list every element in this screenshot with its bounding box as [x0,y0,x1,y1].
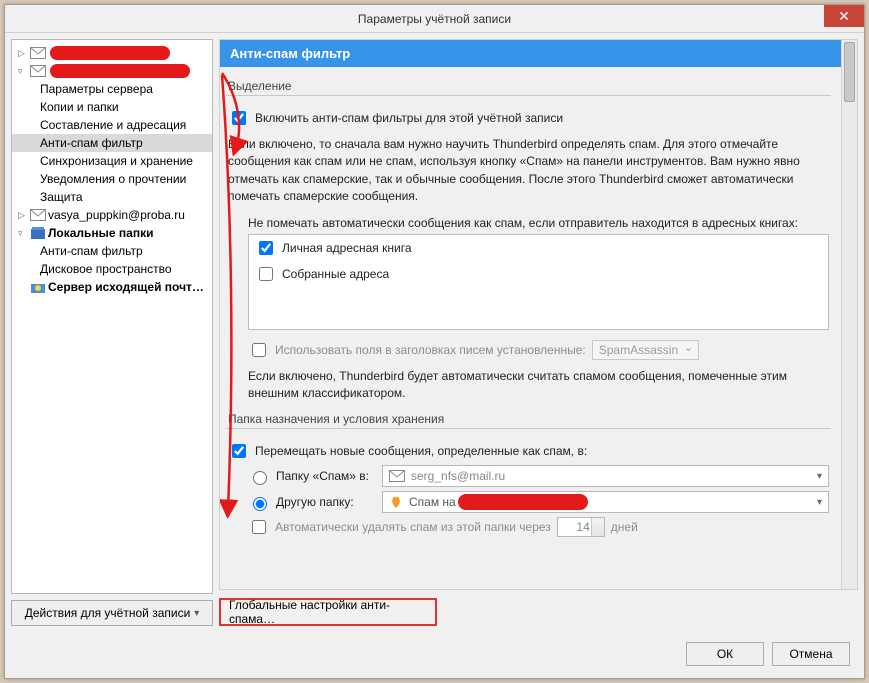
ab-collected-label: Собранные адреса [282,267,389,281]
group-destination-label: Папка назначения и условия хранения [228,412,831,426]
address-book-listbox[interactable]: Личная адресная книга Собранные адреса [248,234,829,330]
tree-account-1[interactable]: ▷ [12,44,212,62]
panel-title: Анти-спам фильтр [220,40,841,67]
tree-local-folders[interactable]: ▿ Локальные папки [12,224,212,242]
account-tree[interactable]: ▷ ▿ Параметры сервера Копии и папки Сост… [11,39,213,594]
dest-spam-folder-label: Папку «Спам» в: [276,469,376,483]
tree-item-security[interactable]: Защита [12,188,212,206]
tree-account-3[interactable]: ▷ vasya_puppkin@proba.ru [12,206,212,224]
account-actions-label: Действия для учётной записи [25,606,191,620]
ok-button[interactable]: ОК [686,642,764,666]
move-junk-label: Перемещать новые сообщения, определенные… [255,444,587,458]
folder-select-value: Спам на [409,495,456,509]
tree-item-sync[interactable]: Синхронизация и хранение [12,152,212,170]
titlebar: Параметры учётной записи ✕ [5,5,864,33]
tree-item-junk-local[interactable]: Анти-спам фильтр [12,242,212,260]
mail-icon [30,64,46,78]
junk-folder-icon [389,495,403,509]
local-folders-icon [30,226,46,240]
use-headers-checkbox[interactable] [252,343,266,357]
global-junk-settings-label: Глобальные настройки анти-спама… [229,598,427,626]
tree-item-copies[interactable]: Копии и папки [12,98,212,116]
days-unit-label: дней [611,520,638,534]
use-headers-label: Использовать поля в заголовках писем уст… [275,343,586,357]
close-button[interactable]: ✕ [824,5,864,27]
junk-description-1: Если включено, то сначала вам нужно науч… [228,136,829,206]
chevron-down-icon: ▾ [194,608,199,619]
tree-item-composition[interactable]: Составление и адресация [12,116,212,134]
ab-personal-label: Личная адресная книга [282,241,412,255]
days-spinner: 14 [557,517,605,537]
tree-item-server-settings[interactable]: Параметры сервера [12,80,212,98]
folder-select[interactable]: Спам на [382,491,829,513]
mail-icon [30,208,46,222]
mail-icon [30,46,46,60]
mail-icon [389,470,405,482]
redacted-account-1 [50,46,170,60]
enable-junk-checkbox[interactable] [232,111,246,125]
list-item[interactable]: Личная адресная книга [249,235,828,261]
dest-spam-folder-radio[interactable] [253,471,267,485]
not-mark-label: Не помечать автоматически сообщения как … [248,216,829,230]
global-junk-settings-button[interactable]: Глобальные настройки анти-спама… [219,598,437,626]
dialog-window: Параметры учётной записи ✕ ▷ [4,4,865,679]
smtp-icon [30,280,46,294]
ab-collected-checkbox[interactable] [259,267,273,281]
classifier-value: SpamAssassin [599,343,678,357]
redacted-folder-account [458,494,588,510]
tree-twisty-icon: ▷ [18,48,28,59]
dest-other-folder-radio[interactable] [253,497,267,511]
classifier-select: SpamAssassin [592,340,699,360]
tree-account-2[interactable]: ▿ [12,62,212,80]
dialog-footer: ОК Отмена [5,632,864,678]
junk-description-2: Если включено, Thunderbird будет автомат… [248,368,829,403]
enable-junk-label: Включить анти-спам фильтры для этой учёт… [255,111,563,125]
tree-item-disk[interactable]: Дисковое пространство [12,260,212,278]
account-select[interactable]: serg_nfs@mail.ru [382,465,829,487]
dest-other-folder-label: Другую папку: [276,495,376,509]
account-actions-button[interactable]: Действия для учётной записи ▾ [11,600,213,626]
account-select-value: serg_nfs@mail.ru [411,469,505,483]
window-title: Параметры учётной записи [5,12,864,26]
move-junk-checkbox[interactable] [232,444,246,458]
tree-smtp[interactable]: Сервер исходящей почт… [12,278,212,296]
list-item[interactable]: Собранные адреса [249,261,828,287]
tree-twisty-icon: ▿ [18,228,28,239]
redacted-account-2 [50,64,190,78]
tree-item-junk[interactable]: Анти-спам фильтр [12,134,212,152]
tree-twisty-icon: ▷ [18,210,28,221]
days-value: 14 [576,520,589,534]
ab-personal-checkbox[interactable] [259,241,273,255]
tree-twisty-icon: ▿ [18,66,28,77]
auto-delete-checkbox[interactable] [252,520,266,534]
scrollbar-thumb[interactable] [844,42,855,102]
tree-item-receipts[interactable]: Уведомления о прочтении [12,170,212,188]
group-selection-label: Выделение [228,79,831,93]
auto-delete-label: Автоматически удалять спам из этой папки… [275,520,551,534]
cancel-button[interactable]: Отмена [772,642,850,666]
close-icon: ✕ [838,9,850,23]
scrollbar[interactable] [841,40,857,589]
